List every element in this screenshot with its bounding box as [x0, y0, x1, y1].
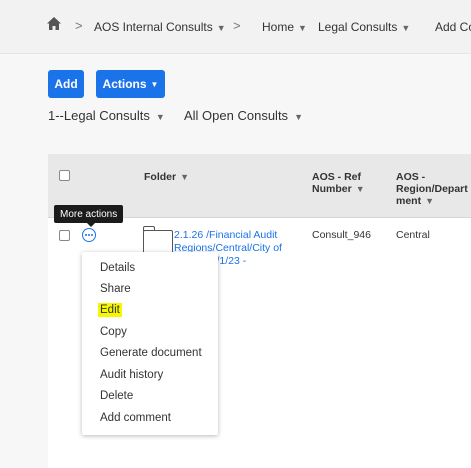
chevron-down-icon: ▼ — [150, 79, 159, 89]
chevron-down-icon: ▼ — [401, 23, 411, 33]
chevron-down-icon: ▼ — [294, 112, 303, 122]
chevron-down-icon: ▼ — [355, 184, 365, 194]
breadcrumb-label: Home — [262, 20, 295, 34]
list-filter-dropdown[interactable]: 1--Legal Consults ▼ — [48, 108, 165, 123]
breadcrumb-label: Legal Consults — [318, 20, 398, 34]
actions-label: Actions — [102, 77, 147, 91]
menu-item-edit-label: Edit — [98, 303, 122, 317]
list-filter-label: 1--Legal Consults — [48, 108, 150, 123]
chevron-down-icon: ▼ — [425, 196, 435, 206]
breadcrumb-item-aos-internal-consults[interactable]: AOS Internal Consults ▼ — [94, 20, 226, 34]
breadcrumb-item-legal-consults[interactable]: Legal Consults ▼ — [318, 20, 410, 34]
more-actions-tooltip: More actions — [54, 205, 124, 223]
chevron-down-icon: ▼ — [216, 23, 226, 33]
ref-number-cell: Consult_946 — [312, 229, 371, 241]
select-all-checkbox[interactable] — [59, 170, 70, 181]
home-icon[interactable] — [46, 16, 62, 36]
chevron-right-icon: > — [75, 18, 83, 33]
column-header-region[interactable]: AOS - Region/Depart ment ▼ — [396, 171, 468, 207]
menu-item-share[interactable]: Share — [100, 283, 131, 295]
folder-path-line: 2.1.26 /Financial Audit — [174, 229, 278, 241]
region-cell: Central — [396, 229, 430, 241]
menu-item-edit[interactable]: Edit — [98, 303, 122, 317]
view-filter-label: All Open Consults — [184, 108, 289, 123]
column-header-label: Number — [312, 183, 352, 195]
chevron-down-icon: ▼ — [155, 112, 165, 122]
menu-item-copy[interactable]: Copy — [100, 326, 127, 338]
add-button[interactable]: Add — [48, 70, 84, 98]
tooltip-arrow — [86, 222, 96, 227]
column-header-label: AOS - — [396, 171, 426, 183]
menu-item-delete[interactable]: Delete — [100, 390, 133, 402]
more-actions-menu: Details Share Edit Copy Generate documen… — [82, 252, 218, 435]
menu-item-audit-history[interactable]: Audit history — [100, 369, 163, 381]
chevron-down-icon: ▼ — [180, 172, 190, 182]
row-checkbox[interactable] — [59, 230, 70, 241]
column-header-label: Region/Depart — [396, 183, 468, 195]
chevron-down-icon: ▼ — [298, 23, 307, 33]
breadcrumb-item-add[interactable]: Add Co — [435, 20, 471, 34]
menu-item-generate-document[interactable]: Generate document — [100, 347, 202, 359]
breadcrumb-item-home[interactable]: Home ▼ — [262, 20, 307, 34]
more-actions-icon[interactable] — [82, 228, 96, 242]
column-header-label: ment — [396, 195, 422, 207]
column-header-label: AOS - Ref — [312, 171, 362, 183]
actions-button[interactable]: Actions ▼ — [96, 70, 165, 98]
column-header-label: Folder — [144, 171, 177, 183]
menu-item-details[interactable]: Details — [100, 262, 135, 274]
view-filter-dropdown[interactable]: All Open Consults ▼ — [184, 108, 303, 123]
menu-item-add-comment[interactable]: Add comment — [100, 412, 171, 424]
column-header-folder[interactable]: Folder ▼ — [144, 171, 189, 183]
chevron-right-icon: > — [233, 18, 241, 33]
top-breadcrumb-bar: > AOS Internal Consults ▼ > Home ▼ Legal C… — [0, 0, 471, 54]
breadcrumb-label: AOS Internal Consults — [94, 20, 213, 34]
column-header-ref-number[interactable]: AOS - Ref Number ▼ — [312, 171, 365, 195]
